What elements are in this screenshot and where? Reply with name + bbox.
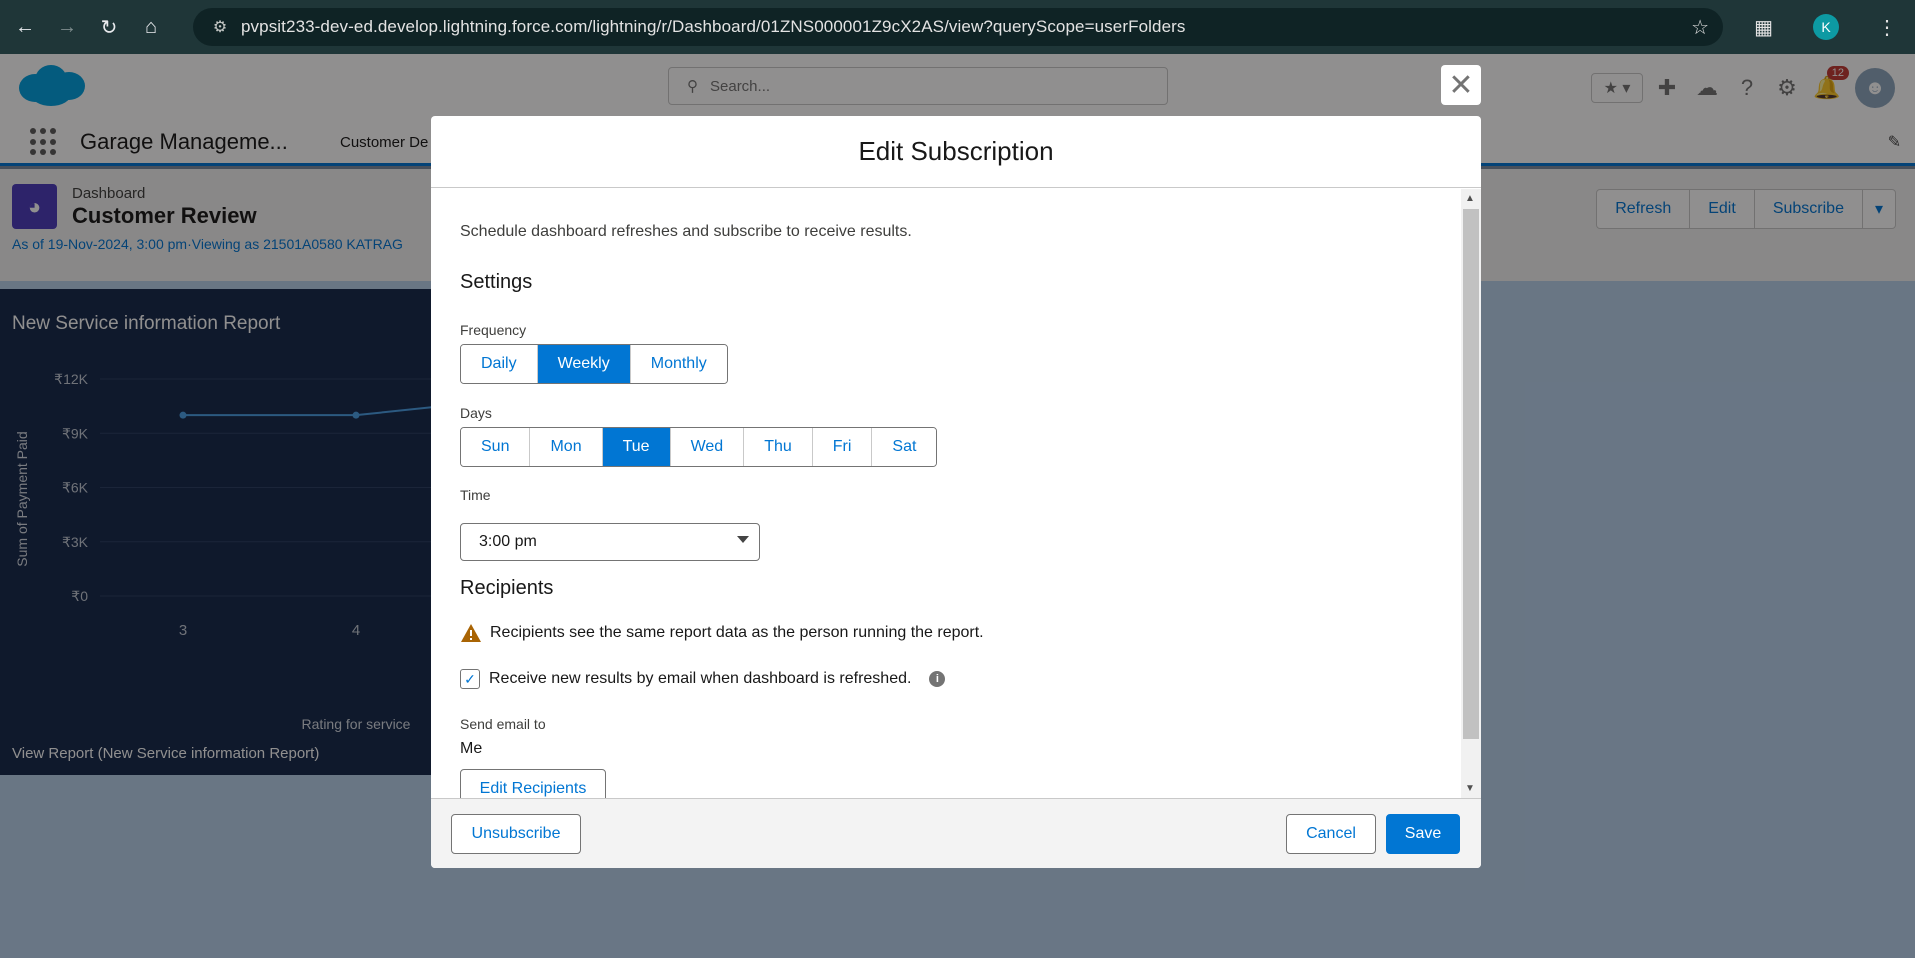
home-icon[interactable]: ⌂ [134, 10, 168, 44]
day-tue-button[interactable]: Tue [602, 428, 671, 466]
cancel-button[interactable]: Cancel [1286, 814, 1376, 854]
frequency-weekly-button[interactable]: Weekly [537, 345, 631, 383]
recipients-heading: Recipients [460, 577, 554, 599]
frequency-daily-button[interactable]: Daily [461, 345, 538, 383]
scroll-up-arrow-icon[interactable]: ▲ [1465, 193, 1475, 204]
site-info-icon[interactable]: ⚙ [205, 17, 235, 37]
edit-recipients-button[interactable]: Edit Recipients [460, 769, 606, 798]
frequency-monthly-button[interactable]: Monthly [630, 345, 727, 383]
browser-menu-icon[interactable]: ⋮ [1877, 15, 1897, 40]
reload-icon[interactable]: ↻ [92, 10, 126, 44]
modal-title: Edit Subscription [431, 116, 1481, 188]
day-wed-button[interactable]: Wed [670, 428, 745, 466]
day-sat-button[interactable]: Sat [872, 428, 937, 466]
time-value: 3:00 pm [479, 533, 537, 550]
profile-avatar[interactable]: K [1813, 14, 1839, 40]
time-label: Time [460, 487, 491, 503]
unsubscribe-button[interactable]: Unsubscribe [451, 814, 581, 854]
address-bar[interactable]: ⚙ pvpsit233-dev-ed.develop.lightning.for… [193, 8, 1723, 46]
email-on-refresh-row: ✓ Receive new results by email when dash… [460, 669, 946, 689]
modal-footer: Unsubscribe Cancel Save [431, 798, 1481, 868]
modal-body: Schedule dashboard refreshes and subscri… [431, 189, 1481, 798]
day-thu-button[interactable]: Thu [744, 428, 813, 466]
email-on-refresh-label[interactable]: Receive new results by email when dashbo… [489, 670, 911, 688]
warning-icon [461, 624, 481, 642]
settings-heading: Settings [460, 271, 533, 293]
scroll-down-arrow-icon[interactable]: ▼ [1465, 783, 1475, 794]
chevron-down-icon [737, 536, 749, 543]
send-email-to-label: Send email to [460, 716, 546, 732]
address-url: pvpsit233-dev-ed.develop.lightning.force… [241, 17, 1186, 36]
browser-toolbar: ← → ↻ ⌂ ⚙ pvpsit233-dev-ed.develop.light… [0, 0, 1915, 54]
modal-description: Schedule dashboard refreshes and subscri… [460, 223, 912, 240]
bookmark-star-icon[interactable]: ☆ [1691, 15, 1709, 40]
back-icon[interactable]: ← [8, 10, 42, 44]
time-select[interactable]: 3:00 pm [460, 523, 760, 561]
send-email-to-value: Me [460, 740, 483, 757]
extensions-icon[interactable]: ▦ [1754, 15, 1773, 40]
close-icon[interactable]: ✕ [1441, 65, 1481, 105]
edit-subscription-modal: Edit Subscription Schedule dashboard ref… [431, 116, 1481, 868]
days-label: Days [460, 405, 492, 421]
day-fri-button[interactable]: Fri [812, 428, 873, 466]
info-icon[interactable]: i [929, 671, 946, 687]
frequency-button-group: Daily Weekly Monthly [460, 344, 728, 384]
recipients-warning: Recipients see the same report data as t… [460, 623, 984, 643]
days-button-group: Sun Mon Tue Wed Thu Fri Sat [460, 427, 938, 467]
day-mon-button[interactable]: Mon [530, 428, 603, 466]
forward-icon[interactable]: → [50, 10, 84, 44]
save-button[interactable]: Save [1386, 814, 1460, 854]
email-on-refresh-checkbox[interactable]: ✓ [460, 669, 480, 689]
day-sun-button[interactable]: Sun [461, 428, 531, 466]
modal-scrollbar[interactable]: ▲ ▼ [1461, 189, 1481, 798]
scrollbar-thumb[interactable] [1463, 209, 1479, 739]
frequency-label: Frequency [460, 322, 527, 338]
warning-text: Recipients see the same report data as t… [490, 624, 984, 641]
